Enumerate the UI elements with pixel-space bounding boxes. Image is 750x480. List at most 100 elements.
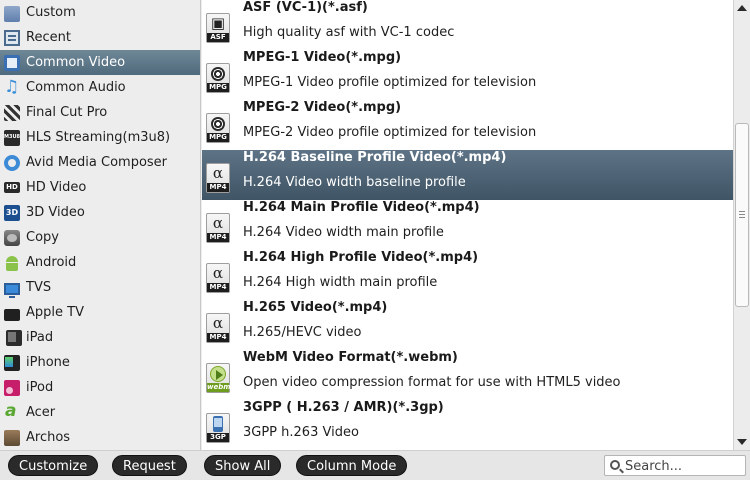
format-row-h264-baseline[interactable]: α MP4 H.264 Baseline Profile Video(*.mp4…: [202, 150, 733, 200]
mp4-format-icon: α MP4: [206, 213, 230, 243]
format-description: Open video compression format for use wi…: [243, 375, 621, 390]
sidebar-item-avid-media-composer[interactable]: Avid Media Composer: [0, 150, 200, 175]
format-row-webm[interactable]: webm WebM Video Format(*.webm) Open vide…: [202, 350, 733, 400]
alpha-icon: α: [212, 314, 224, 332]
sidebar-item-archos[interactable]: Archos: [0, 425, 200, 450]
folder-icon: [4, 5, 20, 22]
search-icon: [610, 460, 620, 470]
film-reel-icon: [211, 117, 225, 131]
format-badge: MP4: [207, 233, 229, 242]
sidebar-item-common-video[interactable]: Common Video: [0, 50, 200, 75]
column-mode-button[interactable]: Column Mode: [296, 455, 408, 476]
sidebar-item-apple-tv[interactable]: Apple TV: [0, 300, 200, 325]
iphone-icon: [4, 354, 20, 371]
sidebar-item-tvs[interactable]: TVS: [0, 275, 200, 300]
sidebar-item-label: Custom: [26, 5, 76, 20]
asf-format-icon: ▣ ASF: [206, 13, 230, 43]
format-title: H.264 High Profile Video(*.mp4): [243, 250, 479, 265]
sidebar-item-iphone[interactable]: iPhone: [0, 350, 200, 375]
format-badge: MP4: [207, 283, 229, 292]
scroll-up-button[interactable]: [734, 0, 750, 16]
sidebar-item-recent[interactable]: Recent: [0, 25, 200, 50]
customize-button[interactable]: Customize: [8, 455, 99, 476]
sidebar-item-label: Final Cut Pro: [26, 105, 108, 120]
scroll-thumb[interactable]: [735, 123, 749, 307]
sidebar-item-label: HLS Streaming(m3u8): [26, 130, 171, 145]
recent-icon: [4, 29, 20, 46]
mp4-format-icon: α MP4: [206, 163, 230, 193]
sidebar-item-custom[interactable]: Custom: [0, 0, 200, 25]
format-row-h265[interactable]: α MP4 H.265 Video(*.mp4) H.265/HEVC vide…: [202, 300, 733, 350]
search-input[interactable]: [625, 457, 743, 475]
format-title: MPEG-1 Video(*.mpg): [243, 50, 402, 65]
film-icon: [4, 54, 20, 71]
ipad-icon: [6, 329, 22, 346]
sidebar-item-label: 3D Video: [26, 205, 85, 220]
format-title: WebM Video Format(*.webm): [243, 350, 458, 365]
format-row-h264-main[interactable]: α MP4 H.264 Main Profile Video(*.mp4) H.…: [202, 200, 733, 250]
ipod-icon: [4, 379, 20, 396]
format-description: High quality asf with VC-1 codec: [243, 25, 455, 40]
format-row-h264-high[interactable]: α MP4 H.264 High Profile Video(*.mp4) H.…: [202, 250, 733, 300]
format-badge: MP4: [207, 183, 229, 192]
mpg-format-icon: MPG: [206, 63, 230, 93]
format-title: MPEG-2 Video(*.mpg): [243, 100, 402, 115]
format-badge: ASF: [207, 33, 229, 42]
show-all-button[interactable]: Show All: [204, 455, 282, 476]
alpha-icon: α: [212, 164, 224, 182]
tv-icon: [4, 282, 20, 298]
scroll-down-button[interactable]: [734, 434, 750, 450]
sidebar-item-final-cut-pro[interactable]: Final Cut Pro: [0, 100, 200, 125]
sidebar-item-android[interactable]: Android: [0, 250, 200, 275]
request-button[interactable]: Request: [112, 455, 187, 476]
play-icon: [210, 366, 226, 382]
sidebar-item-acer[interactable]: Acer: [0, 400, 200, 425]
alpha-icon: α: [212, 264, 224, 282]
sidebar-item-hd-video[interactable]: HD HD Video: [0, 175, 200, 200]
grip-icon: [739, 211, 745, 218]
format-row-mpeg2[interactable]: MPG MPEG-2 Video(*.mpg) MPEG-2 Video pro…: [202, 100, 733, 150]
sidebar-item-label: Recent: [26, 30, 71, 45]
sidebar-item-label: iPhone: [26, 355, 70, 370]
format-description: H.264 High width main profile: [243, 275, 438, 290]
format-description: H.264 Video width baseline profile: [243, 175, 466, 190]
mp4-format-icon: α MP4: [206, 263, 230, 293]
webm-format-icon: webm: [206, 363, 231, 393]
arrow-down-icon: [737, 439, 747, 445]
sidebar-item-label: Apple TV: [26, 305, 84, 320]
sidebar-item-common-audio[interactable]: Common Audio: [0, 75, 200, 100]
sidebar-item-label: iPad: [26, 330, 54, 345]
hd-icon: HD: [4, 182, 20, 193]
sidebar-item-hls-streaming[interactable]: M3U8 HLS Streaming(m3u8): [0, 125, 200, 150]
sidebar-item-label: Archos: [26, 430, 71, 445]
category-sidebar: Custom Recent Common Video Common Audio …: [0, 0, 201, 450]
format-row-asf[interactable]: ▣ ASF ASF (VC-1)(*.asf) High quality asf…: [202, 0, 733, 50]
sidebar-item-label: iPod: [26, 380, 54, 395]
format-list: ▣ ASF ASF (VC-1)(*.asf) High quality asf…: [202, 0, 733, 450]
sidebar-item-label: Acer: [26, 405, 56, 420]
sidebar-item-ipod[interactable]: iPod: [0, 375, 200, 400]
search-box[interactable]: [604, 455, 746, 476]
sidebar-item-label: HD Video: [26, 180, 87, 195]
sidebar-item-label: TVS: [26, 280, 52, 295]
format-title: H.265 Video(*.mp4): [243, 300, 388, 315]
arrow-up-icon: [737, 5, 747, 11]
3d-icon: 3D: [4, 204, 20, 221]
mp4-format-icon: α MP4: [206, 313, 230, 343]
format-badge: 3GP: [207, 433, 229, 442]
format-list-scrollbar[interactable]: [733, 0, 750, 450]
format-title: ASF (VC-1)(*.asf): [243, 0, 368, 15]
format-description: H.264 Video width main profile: [243, 225, 444, 240]
alpha-icon: α: [212, 214, 224, 232]
film-strip-icon: ▣: [210, 14, 226, 32]
film-reel-icon: [211, 67, 225, 81]
sidebar-item-3d-video[interactable]: 3D 3D Video: [0, 200, 200, 225]
format-description: MPEG-1 Video profile optimized for telev…: [243, 75, 537, 90]
sidebar-item-ipad[interactable]: iPad: [0, 325, 200, 350]
clapperboard-icon: [4, 104, 20, 121]
sidebar-item-copy[interactable]: Copy: [0, 225, 200, 250]
mpg-format-icon: MPG: [206, 113, 230, 143]
format-row-3gpp[interactable]: 3GP 3GPP ( H.263 / AMR)(*.3gp) 3GPP h.26…: [202, 400, 733, 450]
format-title: H.264 Baseline Profile Video(*.mp4): [243, 150, 507, 165]
format-row-mpeg1[interactable]: MPG MPEG-1 Video(*.mpg) MPEG-1 Video pro…: [202, 50, 733, 100]
